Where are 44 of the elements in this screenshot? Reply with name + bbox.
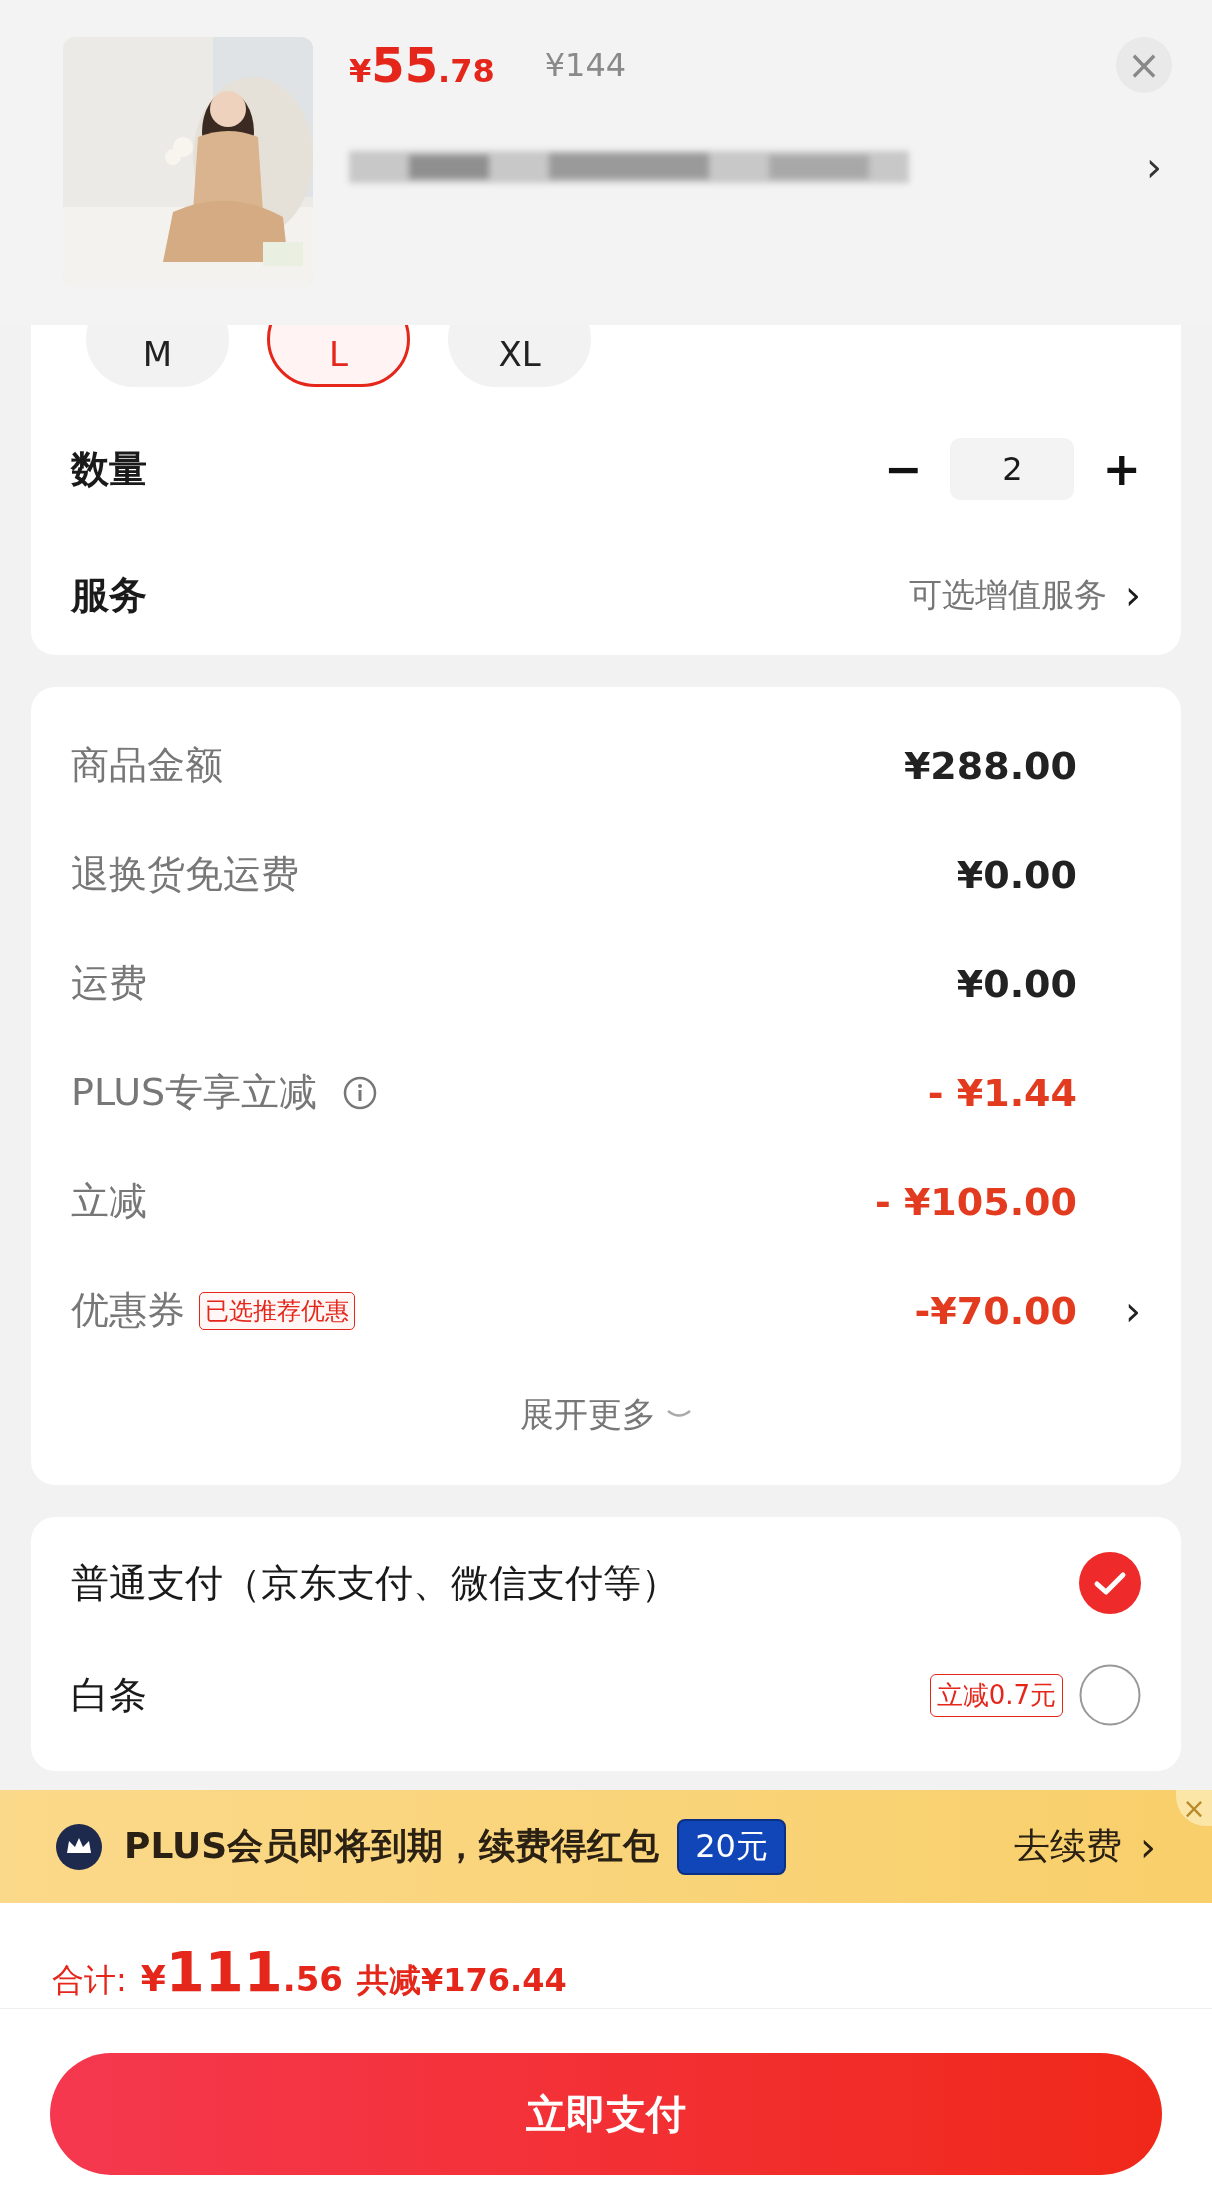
coupon-tag: 已选推荐优惠: [199, 1291, 355, 1330]
chevron-icon[interactable]: ›: [1140, 1823, 1156, 1870]
savings-text: 共减¥176.44: [357, 1960, 567, 2001]
amount-value: ¥0.00: [956, 961, 1077, 1006]
info-icon[interactable]: [343, 1075, 378, 1110]
amount-value: ¥0.00: [956, 852, 1077, 897]
quantity-label: 数量: [71, 445, 147, 493]
payment-option[interactable]: 普通支付（京东支付、微信支付等）: [71, 1557, 679, 1609]
minus-button[interactable]: −: [883, 442, 923, 496]
expand-link[interactable]: 展开更多: [520, 1392, 656, 1438]
payment-option[interactable]: 白条: [71, 1669, 147, 1721]
banner-text: PLUS会员即将到期，续费得红包: [124, 1824, 660, 1868]
amount-label: 立减: [71, 1178, 147, 1225]
service-label: 服务: [71, 571, 147, 619]
radio-button[interactable]: [1079, 1664, 1141, 1726]
membership-banner[interactable]: PLUS会员即将到期，续费得红包 20元 去续费 › ×: [0, 1790, 1212, 1903]
amount-label: 运费: [71, 960, 147, 1007]
amount-value: -¥70.00: [914, 1288, 1077, 1333]
quantity-field[interactable]: 2: [950, 438, 1075, 500]
renew-link[interactable]: 去续费: [1014, 1822, 1122, 1871]
product-price: ¥55.78: [349, 37, 495, 93]
amount-value: - ¥105.00: [874, 1179, 1077, 1224]
total-label: 合计:: [52, 1960, 127, 2001]
crown-icon: [56, 1823, 102, 1870]
amount-label: PLUS专享立减: [71, 1069, 318, 1116]
size-option[interactable]: M: [86, 325, 229, 387]
plus-button[interactable]: +: [1102, 442, 1141, 496]
chevron-icon[interactable]: ›: [1125, 572, 1141, 618]
bonus-badge: 20元: [677, 1818, 786, 1875]
size-option[interactable]: XL: [448, 325, 591, 387]
size-option[interactable]: L: [267, 325, 410, 387]
amount-label: 优惠券: [71, 1287, 185, 1334]
chevron-icon[interactable]: ›: [1125, 1287, 1141, 1334]
amount-label: 退换货免运费: [71, 851, 299, 898]
amount-value: ¥288.00: [903, 743, 1077, 788]
chevron-icon[interactable]: ›: [1146, 144, 1172, 190]
total-price: ¥111.56: [140, 1939, 343, 2004]
amount-value: - ¥1.44: [927, 1070, 1077, 1115]
checked-radio[interactable]: [1079, 1552, 1141, 1614]
pay-button[interactable]: 立即支付: [50, 2053, 1162, 2175]
original-price: ¥144: [544, 46, 627, 84]
discount-tag: 立减0.7元: [929, 1673, 1063, 1717]
amount-label: 商品金额: [71, 742, 223, 789]
service-link[interactable]: 可选增值服务: [909, 572, 1107, 618]
